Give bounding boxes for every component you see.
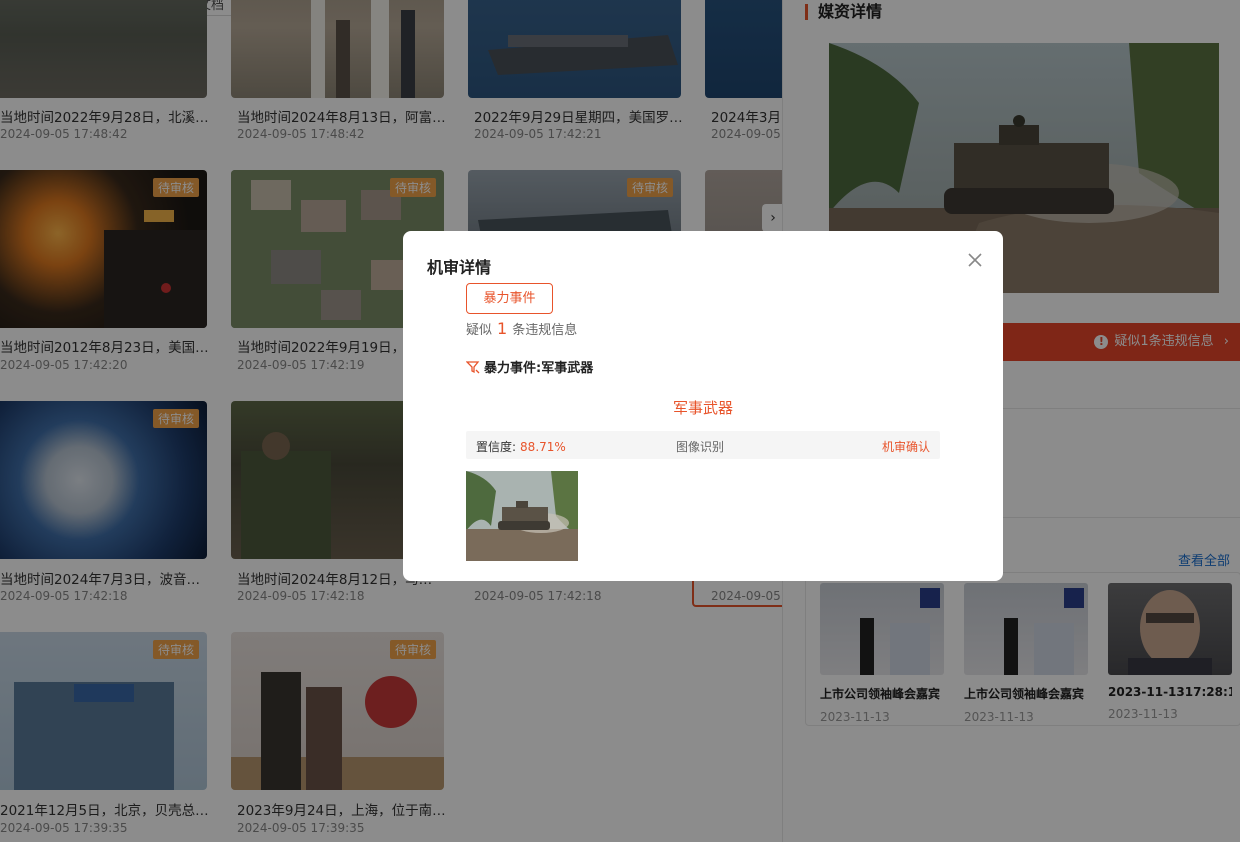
detection-method: 图像识别 — [676, 440, 725, 454]
suspect-count: 1 — [497, 319, 508, 338]
confidence-value: 88.71% — [520, 440, 566, 454]
machine-review-modal: 机审详情 暴力事件 疑似 1 条违规信息 暴力事件:军事武器 军事武器 置信度: 88… — [403, 231, 1003, 581]
violation-category-tag[interactable]: 暴力事件 — [466, 283, 553, 314]
suspect-suffix: 条违规信息 — [512, 323, 578, 338]
evidence-thumbnail[interactable] — [466, 471, 578, 561]
subcategory-label: 暴力事件:军事武器 — [484, 361, 594, 376]
modal-title: 机审详情 — [427, 258, 492, 277]
suspect-prefix: 疑似 — [466, 323, 493, 338]
close-icon[interactable] — [965, 250, 985, 270]
confidence-label: 置信度: — [476, 440, 517, 454]
machine-confirm-status[interactable]: 机审确认 — [882, 438, 930, 455]
confidence: 置信度: 88.71% — [476, 438, 566, 455]
violation-subcategory: 暴力事件:军事武器 — [465, 357, 594, 376]
suspect-summary: 疑似 1 条违规信息 — [466, 319, 577, 338]
filter-icon — [465, 360, 480, 374]
detected-label: 军事武器 — [672, 399, 733, 417]
detection-result-row: 置信度: 88.71% 图像识别 机审确认 — [466, 431, 940, 459]
